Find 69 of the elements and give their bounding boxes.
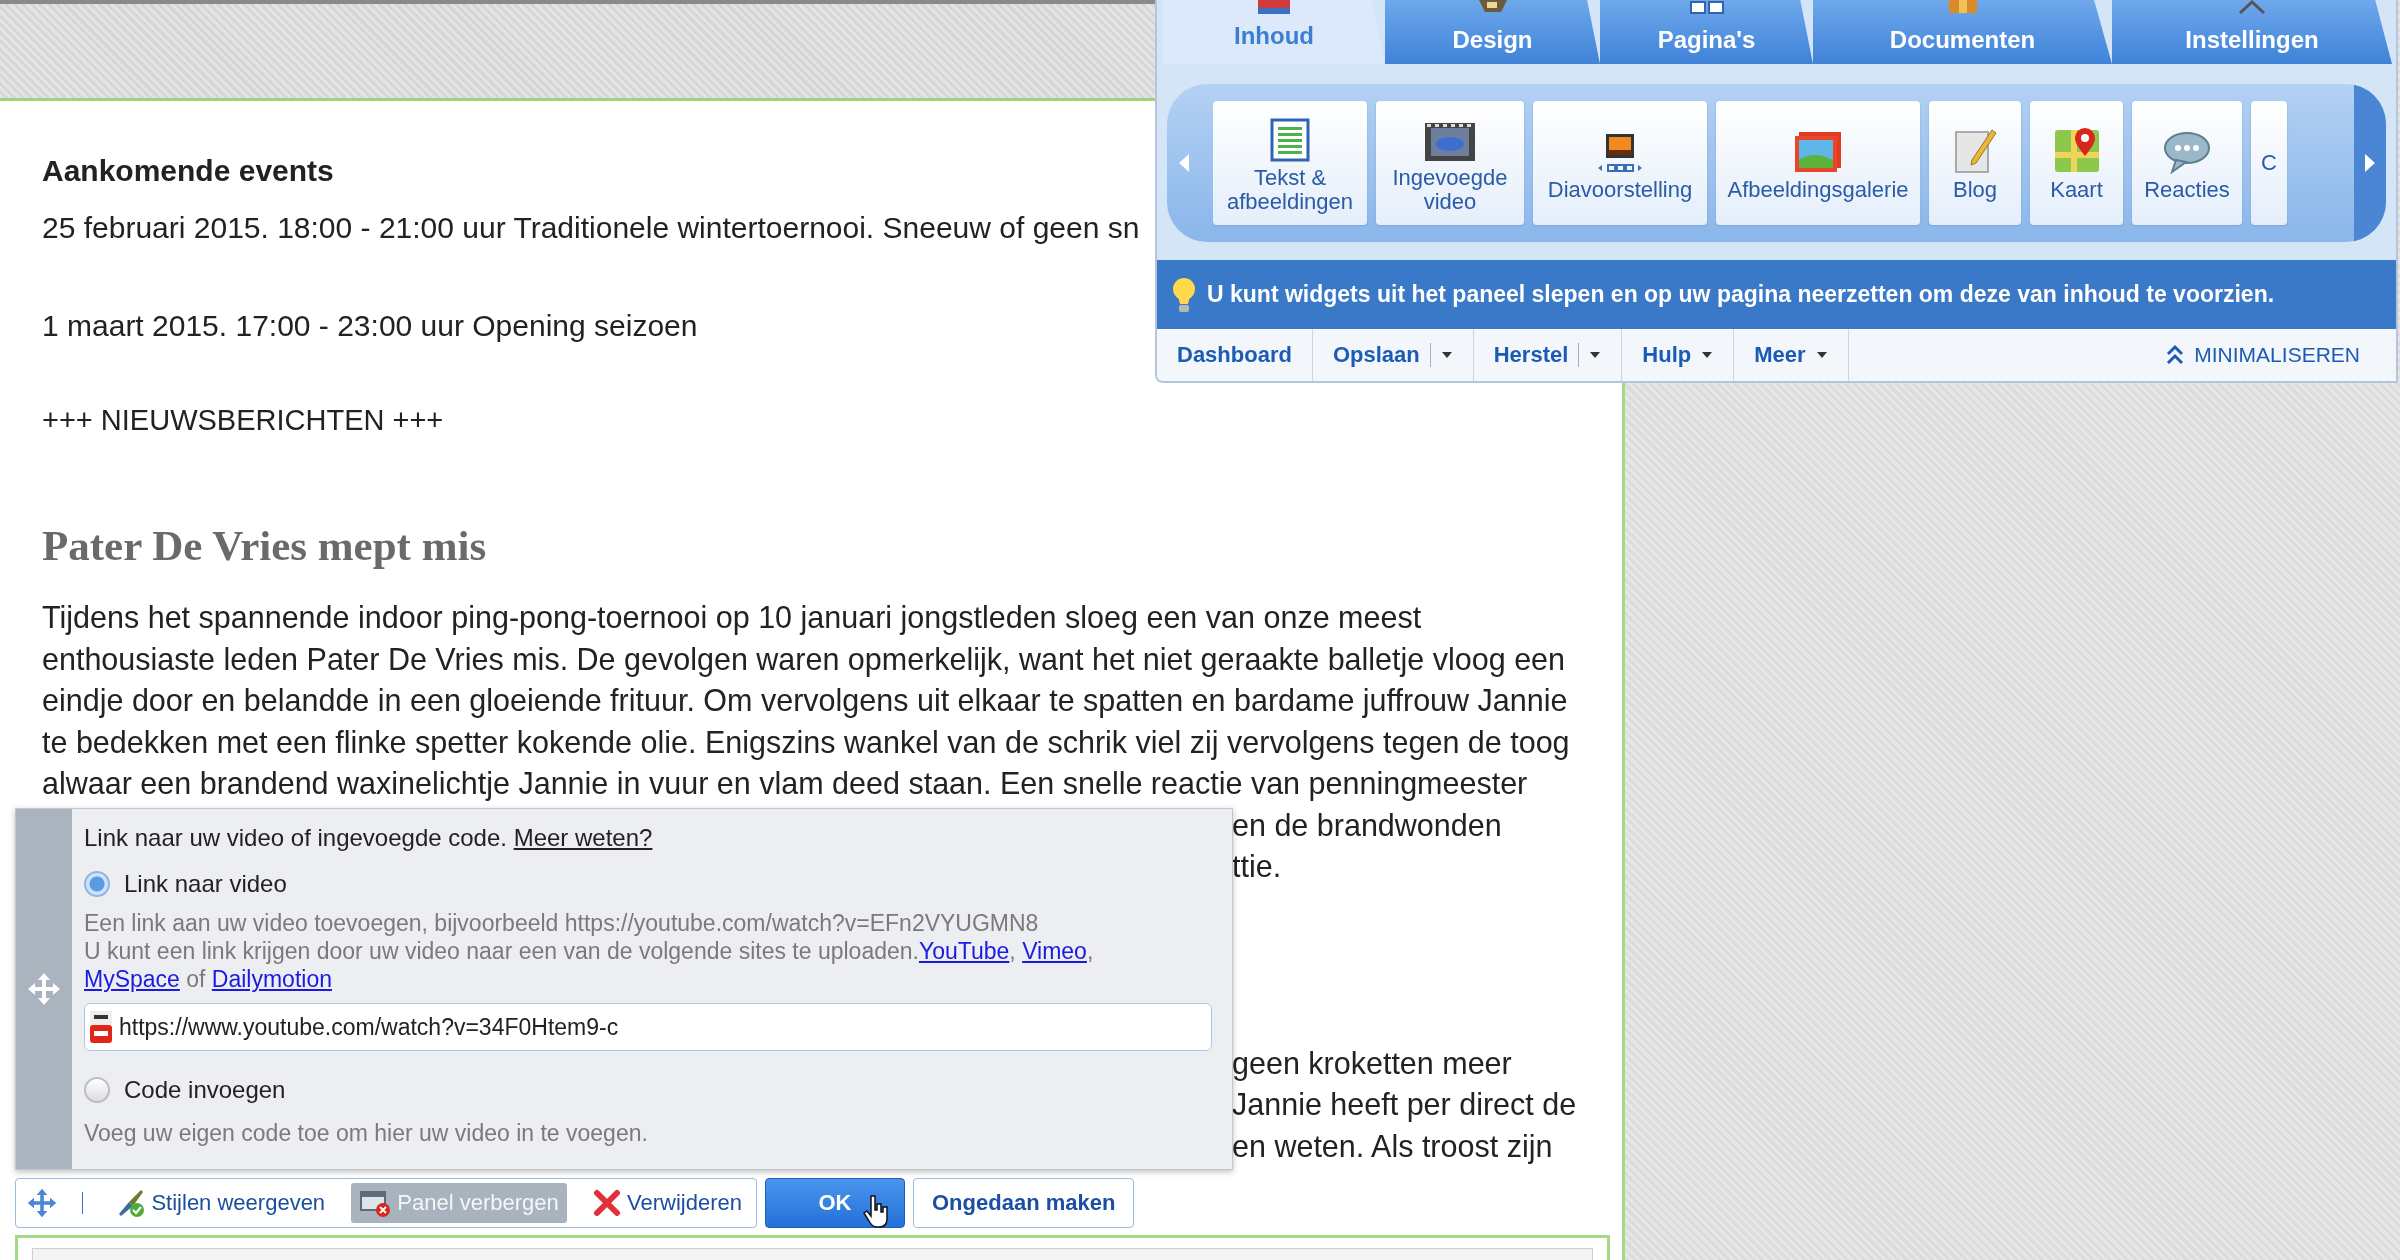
- widget-tile[interactable]: Tekst & afbeeldingen: [1213, 101, 1367, 225]
- paragraph-fragment: en weten. Als troost zijn: [1232, 1128, 1553, 1163]
- delete-icon: [593, 1189, 621, 1217]
- caret-icon: [1440, 351, 1453, 359]
- drag-handle[interactable]: [16, 809, 72, 1169]
- site-link[interactable]: MySpace: [84, 966, 180, 992]
- menu-item[interactable]: Opslaan: [1312, 329, 1474, 381]
- film-icon: [1424, 122, 1476, 162]
- site-link[interactable]: Vimeo: [1022, 938, 1087, 964]
- caret-icon: [1815, 351, 1828, 359]
- paragraph-fragment: Jannie heeft per direct de: [1232, 1087, 1577, 1121]
- widget-tile[interactable]: Kaart: [2030, 101, 2123, 225]
- option-label[interactable]: Link naar video: [124, 870, 287, 898]
- move-icon[interactable]: [26, 1187, 58, 1219]
- tab[interactable]: Inhoud: [1163, 0, 1385, 64]
- undo-button[interactable]: Ongedaan maken: [913, 1178, 1135, 1228]
- widget-tile[interactable]: Diavoorstelling: [1533, 101, 1707, 225]
- tab[interactable]: Documenten: [1813, 0, 2112, 64]
- map-pin-icon: [2052, 126, 2101, 174]
- hint-text: U kunt een link krijgen door uw video naar een van de volgende sites te uploaden.YouTube, Vimeo, MySpace of Dailymotion: [84, 937, 1094, 993]
- toolbar-button[interactable]: Stijlen weergeven: [107, 1183, 334, 1223]
- menu-item[interactable]: Hulp: [1622, 329, 1735, 381]
- video-site-icon: [89, 1010, 113, 1044]
- tip-text: U kunt widgets uit het paneel slepen en op uw pagina neerzetten om deze van inhoud te voorzien.: [1207, 281, 2275, 308]
- caret-icon: [1589, 351, 1602, 359]
- news-label: +++ NIEUWSBERICHTEN +++: [42, 403, 444, 438]
- toolbar-button[interactable]: Verwijderen: [585, 1183, 750, 1223]
- event-text: 1 maart 2015. 17:00 - 23:00 uur Opening seizoen: [42, 308, 698, 344]
- scroll-right-icon[interactable]: [2363, 152, 2377, 174]
- option-label[interactable]: Code invoegen: [124, 1076, 286, 1104]
- menu-item[interactable]: Dashboard: [1157, 329, 1313, 381]
- hint-text: Een link aan uw video toevoegen, bijvoorbeeld https://youtube.com/watch?v=EFn2VYUGMN8: [84, 909, 1039, 937]
- widget-tile[interactable]: Reacties: [2132, 101, 2242, 225]
- widget-tile[interactable]: Ingevoegde video: [1376, 101, 1524, 225]
- document-icon: [1270, 118, 1310, 162]
- scroll-left-icon[interactable]: [1177, 152, 1191, 174]
- section-heading: Aankomende events: [42, 153, 334, 189]
- minimize-button[interactable]: MINIMALISEREN: [2160, 342, 2366, 368]
- hand-cursor-icon: [863, 1194, 889, 1228]
- more-info-link[interactable]: Meer weten?: [513, 824, 653, 851]
- move-icon: [26, 971, 62, 1007]
- window-close-icon: [359, 1188, 392, 1218]
- url-field[interactable]: https://www.youtube.com/watch?v=34F0Htem9-c: [84, 1003, 1212, 1051]
- site-link[interactable]: YouTube: [918, 938, 1010, 964]
- paragraph-fragment: en de brandwonden: [1232, 807, 1502, 842]
- paragraph-fragment: ttie.: [1232, 849, 1282, 883]
- slideshow-icon: [1596, 132, 1644, 174]
- tab[interactable]: Design: [1385, 0, 1600, 64]
- site-link[interactable]: Dailymotion: [211, 966, 332, 992]
- radio-button[interactable]: [84, 871, 110, 897]
- ok-button[interactable]: OK: [765, 1178, 905, 1228]
- widget-tile[interactable]: C: [2251, 101, 2287, 225]
- tab[interactable]: Pagina's: [1600, 0, 1813, 64]
- widget-tile[interactable]: Blog: [1929, 101, 2021, 225]
- speech-bubble-icon: [2162, 130, 2212, 174]
- tab[interactable]: Instellingen: [2112, 0, 2392, 64]
- menu-item[interactable]: Herstel: [1473, 329, 1623, 381]
- event-text: 25 februari 2015. 18:00 - 21:00 uur Traditionele wintertoernooi. Sneeuw of geen sn: [42, 210, 1140, 246]
- lightbulb-icon: [1171, 275, 1197, 314]
- widget-tile[interactable]: Afbeeldingsgalerie: [1716, 101, 1920, 225]
- article-title: Pater De Vries mept mis: [42, 521, 487, 571]
- radio-button[interactable]: [84, 1077, 110, 1103]
- menu-item[interactable]: Meer: [1734, 329, 1849, 381]
- double-chevron-icon: [2166, 344, 2185, 366]
- paragraph-fragment: geen kroketten meer: [1232, 1045, 1512, 1080]
- pictures-icon: [1793, 130, 1843, 174]
- caret-icon: [1701, 351, 1714, 359]
- hint-text: Voeg uw eigen code toe om hier uw video in te voegen.: [84, 1119, 648, 1147]
- dialog-intro: Link naar uw video of ingevoegde code. Meer weten?: [84, 823, 653, 853]
